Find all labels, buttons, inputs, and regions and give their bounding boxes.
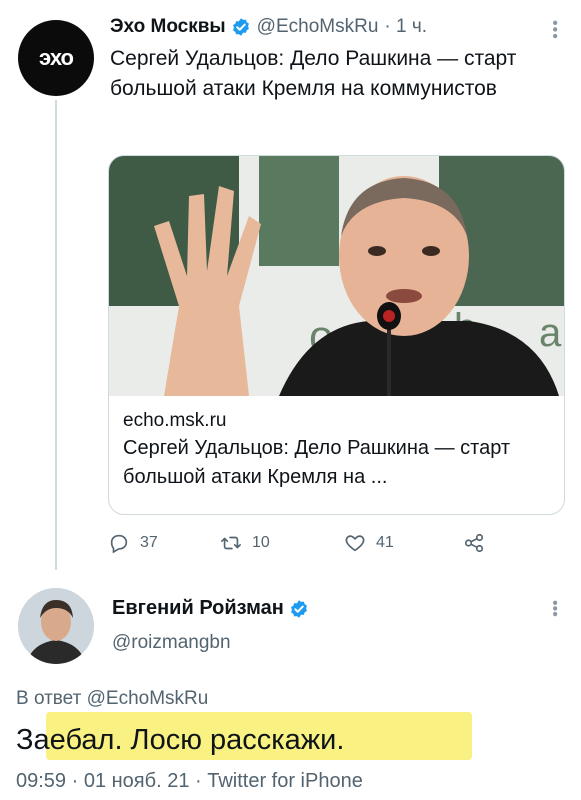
display-name[interactable]: Евгений Ройзман <box>112 597 284 620</box>
echo-logo: эхо <box>39 45 74 70</box>
reply-to-label: В ответ <box>16 688 82 709</box>
card-image: o b a <box>109 156 564 396</box>
share-button[interactable] <box>463 532 495 554</box>
retweet-count: 10 <box>252 534 270 551</box>
tweet-text: Сергей Удальцов: Дело Рашкина — старт бо… <box>110 47 517 100</box>
echo-avatar[interactable]: эхо <box>18 20 94 96</box>
tweet-echo[interactable]: Эхо Москвы @EchoMskRu · 1 ч. Сергей Удал… <box>110 14 565 104</box>
card-image-letter-a: a <box>539 311 562 355</box>
like-icon <box>345 535 365 552</box>
display-name[interactable]: Эхо Москвы <box>110 14 226 40</box>
retweet-icon <box>221 536 241 550</box>
handle[interactable]: @roizmangbn <box>112 632 231 654</box>
tweet-text: Заебал. Лосю расскажи. <box>16 724 345 756</box>
tweet2-header: Евгений Ройзман <box>112 597 315 620</box>
share-icon <box>464 533 484 553</box>
reply-count: 37 <box>140 534 158 551</box>
tweet-meta[interactable]: 09:59 · 01 нояб. 21 · Twitter for iPhone <box>16 770 363 793</box>
card-domain: echo.msk.ru <box>123 410 227 431</box>
verified-badge-icon <box>232 18 249 36</box>
more-icon[interactable]: ••• <box>545 20 563 40</box>
roizman-avatar[interactable] <box>18 588 94 664</box>
reply-button[interactable]: 37 <box>108 532 158 554</box>
card-title: Сергей Удальцов: Дело Рашкина — старт бо… <box>123 437 511 488</box>
handle[interactable]: @EchoMskRu <box>257 14 379 40</box>
link-card[interactable]: o b a echo.msk.ru Сергей Удальцов: Дело … <box>108 155 565 515</box>
like-button[interactable]: 41 <box>344 532 394 554</box>
thread-connector-line <box>55 100 57 570</box>
retweet-button[interactable]: 10 <box>220 532 270 554</box>
avatar-photo <box>18 588 94 664</box>
verified-badge-icon <box>290 599 307 618</box>
reply-to-line: В ответ @EchoMskRu <box>16 688 208 710</box>
reply-to-handle[interactable]: @EchoMskRu <box>87 688 209 709</box>
timestamp[interactable]: · 1 ч. <box>384 14 427 40</box>
more-icon[interactable]: ••• <box>545 600 563 617</box>
reply-icon <box>110 534 128 554</box>
action-bar: 37 10 41 <box>108 528 488 558</box>
like-count: 41 <box>376 534 394 551</box>
tweet-header: Эхо Москвы @EchoMskRu · 1 ч. <box>110 14 565 40</box>
